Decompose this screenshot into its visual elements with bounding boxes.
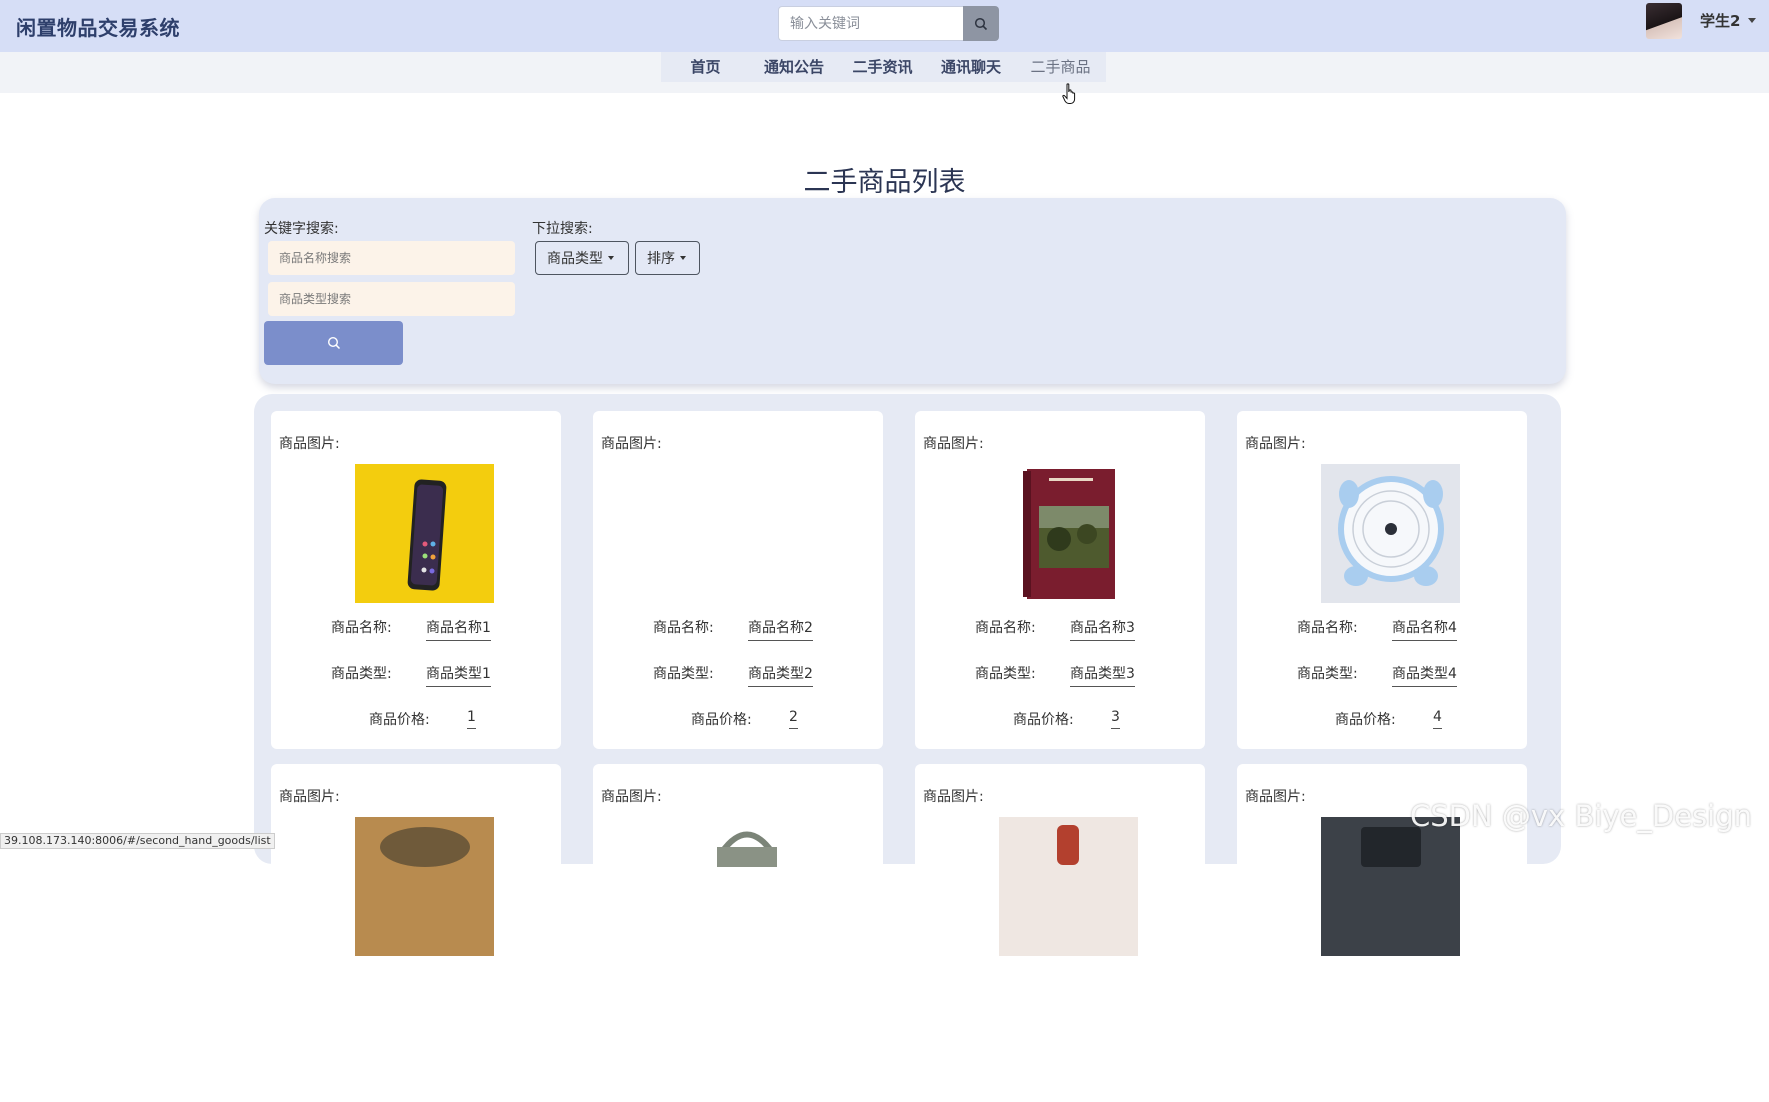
main-nav: 首页 通知公告 二手资讯 通讯聊天 二手商品 (661, 52, 1106, 82)
chevron-down-icon[interactable] (1748, 17, 1757, 23)
browser-status-url: 39.108.173.140:8006/#/second_hand_goods/… (0, 833, 275, 849)
product-image-label: 商品图片: (601, 789, 662, 805)
product-type-value[interactable]: 商品类型3 (1070, 663, 1135, 687)
product-card[interactable]: 商品图片: (915, 764, 1205, 1102)
product-price-value[interactable]: 3 (1111, 709, 1120, 729)
product-name-search-input[interactable] (268, 241, 515, 275)
bottle-image (999, 817, 1138, 956)
fan-image (1321, 464, 1460, 603)
product-name-value[interactable]: 商品名称2 (748, 617, 813, 641)
product-card[interactable]: 商品图片: 商品名称: 商品名称3 商品类型: 商品类型3 商品价格: 3 (915, 411, 1205, 749)
header-search-button[interactable] (963, 6, 999, 41)
product-image-label: 商品图片: (1245, 436, 1306, 452)
search-icon (327, 336, 340, 350)
user-name[interactable]: 学生2 (1700, 10, 1740, 31)
bag-image (717, 831, 777, 867)
cap-image (355, 817, 494, 956)
product-type-label: 商品类型: (653, 666, 714, 682)
product-name-label: 商品名称: (975, 620, 1036, 636)
product-card[interactable]: 商品图片: 商品名称: 商品名称2 商品类型: 商品类型2 商品价格: 2 (593, 411, 883, 749)
product-price-value[interactable]: 1 (467, 709, 476, 729)
product-price-label: 商品价格: (1335, 712, 1396, 728)
product-image-label: 商品图片: (923, 436, 984, 452)
caret-down-icon (608, 256, 614, 260)
product-name-value[interactable]: 商品名称3 (1070, 617, 1135, 641)
nav-item-secondhand-goods[interactable]: 二手商品 (1015, 52, 1106, 82)
product-name-label: 商品名称: (653, 620, 714, 636)
product-type-value[interactable]: 商品类型1 (426, 663, 491, 687)
header-search-input[interactable] (778, 6, 963, 41)
product-image-bottle[interactable] (999, 817, 1138, 956)
hand-cursor-icon (1062, 83, 1076, 104)
product-card[interactable]: 商品图片: (593, 764, 883, 1102)
product-card[interactable]: 商品图片: 商品名称: 商品名称1 商品类型: 商品类型1 商品价格: 1 (271, 411, 561, 749)
product-grid: 商品图片: 商品名称: 商品名称1 商品类型: 商品类型1 商品价格: 1 商品… (254, 394, 1561, 1102)
sort-dropdown[interactable]: 排序 (635, 241, 700, 275)
search-icon (974, 17, 988, 30)
product-name-value[interactable]: 商品名称1 (426, 617, 491, 641)
product-image-fan[interactable] (1321, 464, 1460, 603)
watermark: CSDN @vx Biye_Design (1410, 799, 1753, 833)
phone-image (355, 464, 494, 603)
product-price-label: 商品价格: (1013, 712, 1074, 728)
product-price-value[interactable]: 2 (789, 709, 798, 729)
nav-item-notices[interactable]: 通知公告 (750, 52, 838, 82)
top-header: 闲置物品交易系统 学生2 (0, 0, 1769, 52)
product-image-label: 商品图片: (279, 436, 340, 452)
product-image-book[interactable] (999, 464, 1138, 603)
product-image-bag[interactable] (677, 817, 816, 956)
search-panel: 关键字搜索: 下拉搜索: 商品类型 排序 (259, 198, 1566, 384)
product-type-value[interactable]: 商品类型2 (748, 663, 813, 687)
book-image (1023, 469, 1115, 599)
site-brand[interactable]: 闲置物品交易系统 (16, 12, 180, 41)
dropdown-search-label: 下拉搜索: (532, 221, 593, 237)
nav-item-home[interactable]: 首页 (661, 52, 750, 82)
product-name-label: 商品名称: (331, 620, 392, 636)
product-card[interactable]: 商品图片: 商品名称: 商品名称4 商品类型: 商品类型4 商品价格: 4 (1237, 411, 1527, 749)
product-image-empty[interactable] (677, 464, 816, 603)
device-image (1321, 817, 1460, 956)
product-type-label: 商品类型: (1297, 666, 1358, 682)
product-image-cap[interactable] (355, 817, 494, 956)
product-price-label: 商品价格: (369, 712, 430, 728)
product-image-label: 商品图片: (923, 789, 984, 805)
product-name-label: 商品名称: (1297, 620, 1358, 636)
user-menu[interactable]: 学生2 (1646, 0, 1757, 40)
product-type-value[interactable]: 商品类型4 (1392, 663, 1457, 687)
product-type-dropdown[interactable]: 商品类型 (535, 241, 629, 275)
product-card[interactable]: 商品图片: (271, 764, 561, 1102)
keyword-search-label: 关键字搜索: (264, 221, 339, 237)
product-image-phone[interactable] (355, 464, 494, 603)
caret-down-icon (680, 256, 686, 260)
product-type-label: 商品类型: (331, 666, 392, 682)
product-name-value[interactable]: 商品名称4 (1392, 617, 1457, 641)
product-type-dropdown-label: 商品类型 (547, 251, 603, 267)
product-price-value[interactable]: 4 (1433, 709, 1442, 729)
nav-item-chat[interactable]: 通讯聊天 (927, 52, 1015, 82)
header-search (778, 6, 999, 41)
page-title: 二手商品列表 (803, 167, 966, 198)
nav-strip: 首页 通知公告 二手资讯 通讯聊天 二手商品 (0, 52, 1769, 93)
search-submit-button[interactable] (264, 321, 403, 365)
product-image-label: 商品图片: (1245, 789, 1306, 805)
product-image-label: 商品图片: (279, 789, 340, 805)
product-image-label: 商品图片: (601, 436, 662, 452)
product-type-search-input[interactable] (268, 282, 515, 316)
avatar[interactable] (1646, 3, 1682, 39)
product-type-label: 商品类型: (975, 666, 1036, 682)
product-image-device[interactable] (1321, 817, 1460, 956)
nav-item-news[interactable]: 二手资讯 (838, 52, 927, 82)
sort-dropdown-label: 排序 (647, 251, 675, 267)
product-price-label: 商品价格: (691, 712, 752, 728)
